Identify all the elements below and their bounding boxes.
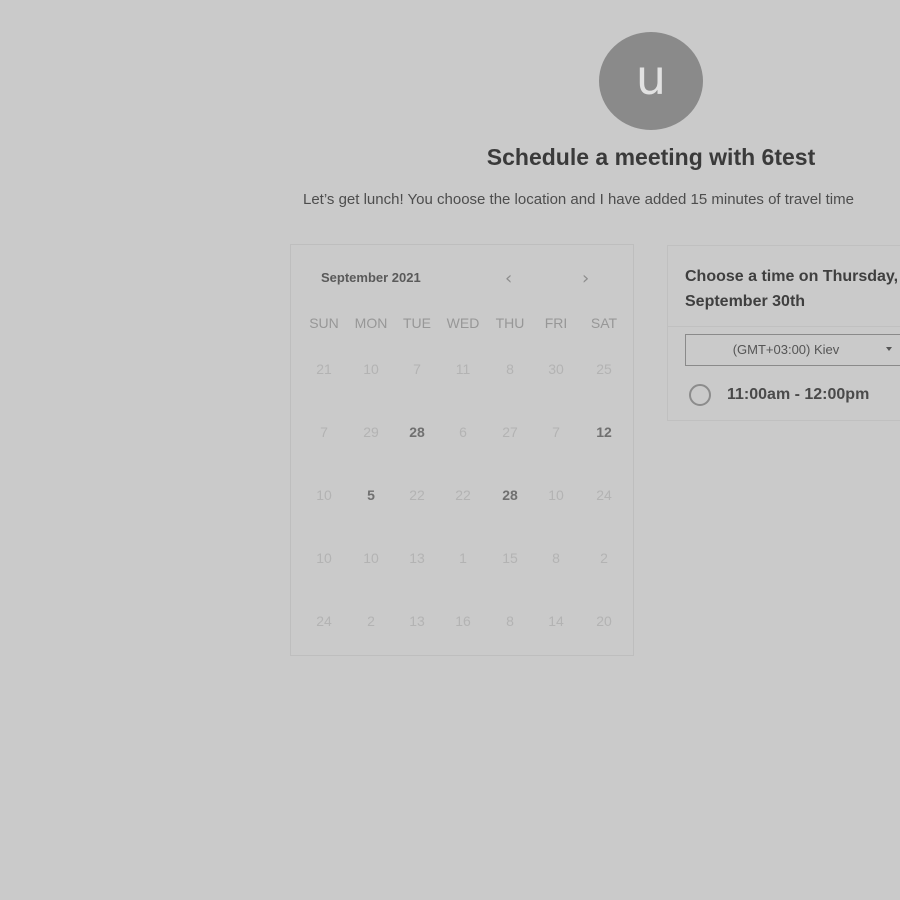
page: u Schedule a meeting with 6test Let’s ge…	[0, 0, 900, 900]
calendar-day: 24	[316, 613, 332, 629]
calendar-day: 25	[596, 361, 612, 377]
calendar-day: 8	[506, 613, 514, 629]
calendar: September 2021 ‹ › SUN MON TUE WED THU FRI SAT…	[290, 244, 634, 656]
weekday-label: FRI	[544, 315, 568, 331]
time-picker-header: Choose a time on Thursday, September 30t…	[668, 246, 900, 327]
calendar-day: 30	[548, 361, 564, 377]
calendar-day-available[interactable]: 12	[589, 424, 619, 440]
page-subtitle: Let’s get lunch! You choose the location…	[303, 191, 854, 208]
weekday-label: SAT	[590, 315, 618, 331]
calendar-day: 7	[552, 424, 560, 440]
calendar-day: 22	[409, 487, 425, 503]
chevron-left-icon[interactable]: ‹	[505, 270, 512, 288]
calendar-day: 10	[363, 361, 379, 377]
weekday-label: THU	[495, 315, 525, 331]
weekday-label: WED	[446, 315, 480, 331]
calendar-day: 6	[459, 424, 467, 440]
calendar-month-label: September 2021	[321, 270, 421, 285]
calendar-day: 8	[506, 361, 514, 377]
weekday-label: SUN	[309, 315, 339, 331]
time-picker-panel: Choose a time on Thursday, September 30t…	[667, 245, 900, 421]
calendar-day: 20	[596, 613, 612, 629]
calendar-day: 10	[548, 487, 564, 503]
calendar-day: 11	[455, 361, 471, 377]
calendar-day: 14	[548, 613, 564, 629]
calendar-day: 29	[363, 424, 379, 440]
calendar-day: 8	[552, 550, 560, 566]
calendar-day-available[interactable]: 28	[495, 487, 525, 503]
time-picker-title: Choose a time on Thursday, September 30t…	[685, 268, 899, 310]
radio-button[interactable]	[689, 384, 711, 406]
calendar-day-available[interactable]: 5	[356, 487, 386, 503]
calendar-day: 2	[600, 550, 608, 566]
weekday-label: TUE	[403, 315, 431, 331]
calendar-day: 2	[367, 613, 375, 629]
page-title: Schedule a meeting with 6test	[486, 144, 816, 170]
calendar-day: 24	[596, 487, 612, 503]
calendar-day: 13	[409, 550, 425, 566]
calendar-day: 22	[455, 487, 471, 503]
calendar-day: 1	[459, 550, 467, 566]
calendar-day: 27	[502, 424, 518, 440]
timezone-select[interactable]: (GMT+03:00) Kiev	[685, 334, 900, 366]
calendar-day: 10	[316, 550, 332, 566]
calendar-day: 15	[502, 550, 518, 566]
calendar-day-available[interactable]: 28	[402, 424, 432, 440]
weekday-label: MON	[354, 315, 388, 331]
calendar-day: 16	[455, 613, 471, 629]
calendar-day: 10	[316, 487, 332, 503]
timezone-value: (GMT+03:00) Kiev	[732, 342, 840, 357]
calendar-day: 21	[316, 361, 332, 377]
calendar-day: 10	[363, 550, 379, 566]
time-slot-label: 11:00am - 12:00pm	[727, 386, 870, 403]
calendar-day: 7	[413, 361, 421, 377]
chevron-right-icon[interactable]: ›	[582, 270, 589, 288]
avatar-letter: u	[635, 50, 667, 106]
calendar-day: 7	[320, 424, 328, 440]
calendar-day: 13	[409, 613, 425, 629]
caret-down-icon	[886, 347, 892, 351]
avatar: u	[599, 32, 703, 130]
